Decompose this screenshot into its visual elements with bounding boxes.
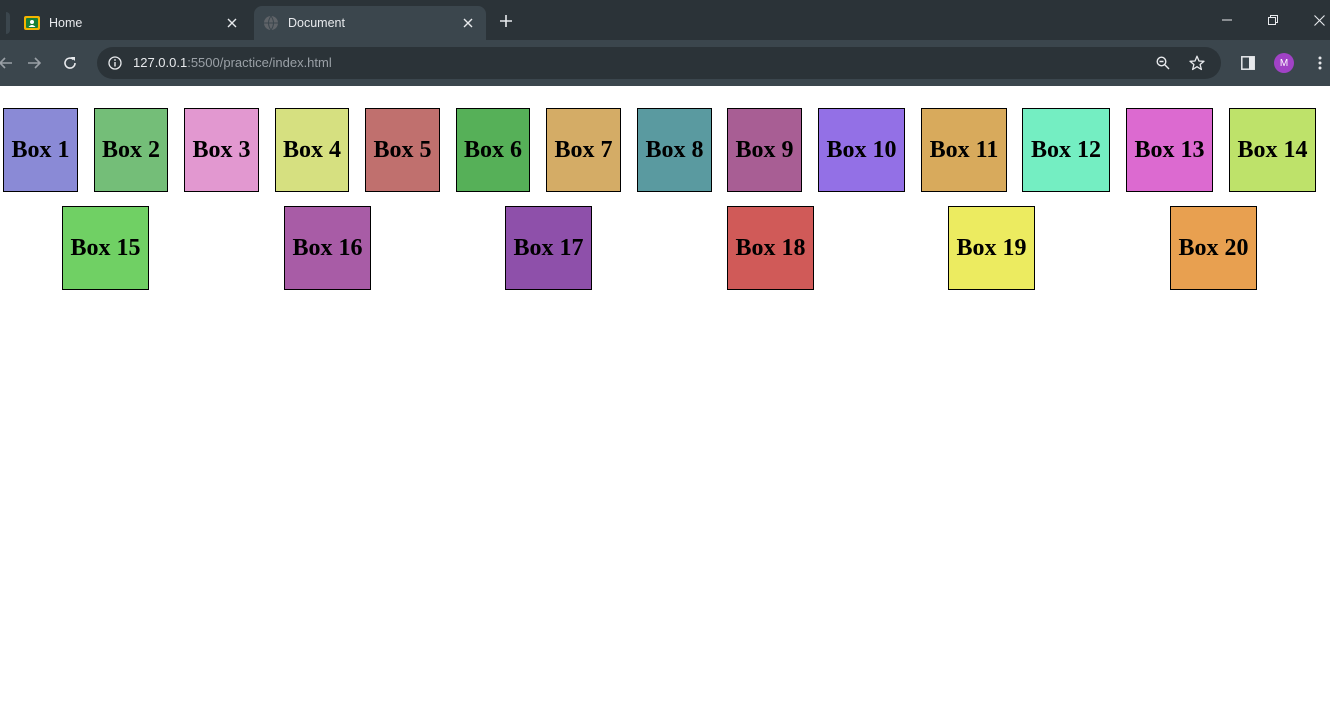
bookmark-star-icon[interactable]: [1187, 53, 1207, 73]
back-button[interactable]: [0, 51, 18, 75]
box-10: Box 10: [818, 108, 905, 192]
box-1: Box 1: [3, 108, 78, 192]
box-19: Box 19: [948, 206, 1035, 290]
url-text[interactable]: 127.0.0.1:5500/practice/index.html: [133, 55, 332, 71]
more-vertical-icon: [1318, 56, 1322, 70]
restore-button[interactable]: [1259, 6, 1287, 34]
zoom-icon[interactable]: [1153, 53, 1173, 73]
avatar[interactable]: M: [1274, 53, 1294, 73]
forward-button[interactable]: [22, 51, 46, 75]
reload-icon: [64, 57, 76, 69]
browser-toolbar: 127.0.0.1:5500/practice/index.html M: [0, 40, 1330, 86]
restore-icon: [1268, 15, 1278, 25]
box-11: Box 11: [921, 108, 1007, 192]
classroom-icon: [24, 15, 40, 31]
tab-document[interactable]: Document: [254, 6, 486, 40]
arrow-left-icon: [0, 57, 12, 69]
box-16: Box 16: [284, 206, 371, 290]
box-14: Box 14: [1229, 108, 1316, 192]
reload-button[interactable]: [58, 51, 82, 75]
info-icon[interactable]: [105, 53, 125, 73]
box-3: Box 3: [184, 108, 259, 192]
box-20: Box 20: [1170, 206, 1257, 290]
box-5: Box 5: [365, 108, 440, 192]
box-7: Box 7: [546, 108, 621, 192]
close-icon[interactable]: [458, 13, 478, 33]
box-6: Box 6: [456, 108, 530, 192]
address-bar[interactable]: 127.0.0.1:5500/practice/index.html: [97, 47, 1221, 79]
plus-icon: [500, 15, 512, 27]
tab-title: Home: [49, 16, 83, 30]
minimize-icon: [1222, 19, 1232, 21]
box-13: Box 13: [1126, 108, 1213, 192]
tab-home[interactable]: Home: [0, 6, 250, 40]
box-9: Box 9: [727, 108, 802, 192]
box-12: Box 12: [1022, 108, 1110, 192]
globe-icon: [263, 15, 279, 31]
box-2: Box 2: [94, 108, 168, 192]
url-host: 127.0.0.1: [133, 55, 188, 70]
menu-button[interactable]: [1308, 51, 1330, 75]
close-icon[interactable]: [222, 13, 242, 33]
box-15: Box 15: [62, 206, 149, 290]
new-tab-button[interactable]: [495, 10, 517, 32]
tab-strip: Home Document: [0, 0, 1330, 40]
side-panel-button[interactable]: [1236, 51, 1260, 75]
box-8: Box 8: [637, 108, 712, 192]
tab-title: Document: [288, 16, 345, 30]
url-path: :5500/practice/index.html: [187, 55, 332, 70]
box-18: Box 18: [727, 206, 814, 290]
close-icon: [1313, 14, 1325, 26]
minimize-button[interactable]: [1213, 6, 1241, 34]
box-4: Box 4: [275, 108, 349, 192]
arrow-right-icon: [28, 57, 41, 69]
close-window-button[interactable]: [1305, 6, 1330, 34]
box-17: Box 17: [505, 206, 592, 290]
side-panel-icon: [1241, 56, 1255, 70]
